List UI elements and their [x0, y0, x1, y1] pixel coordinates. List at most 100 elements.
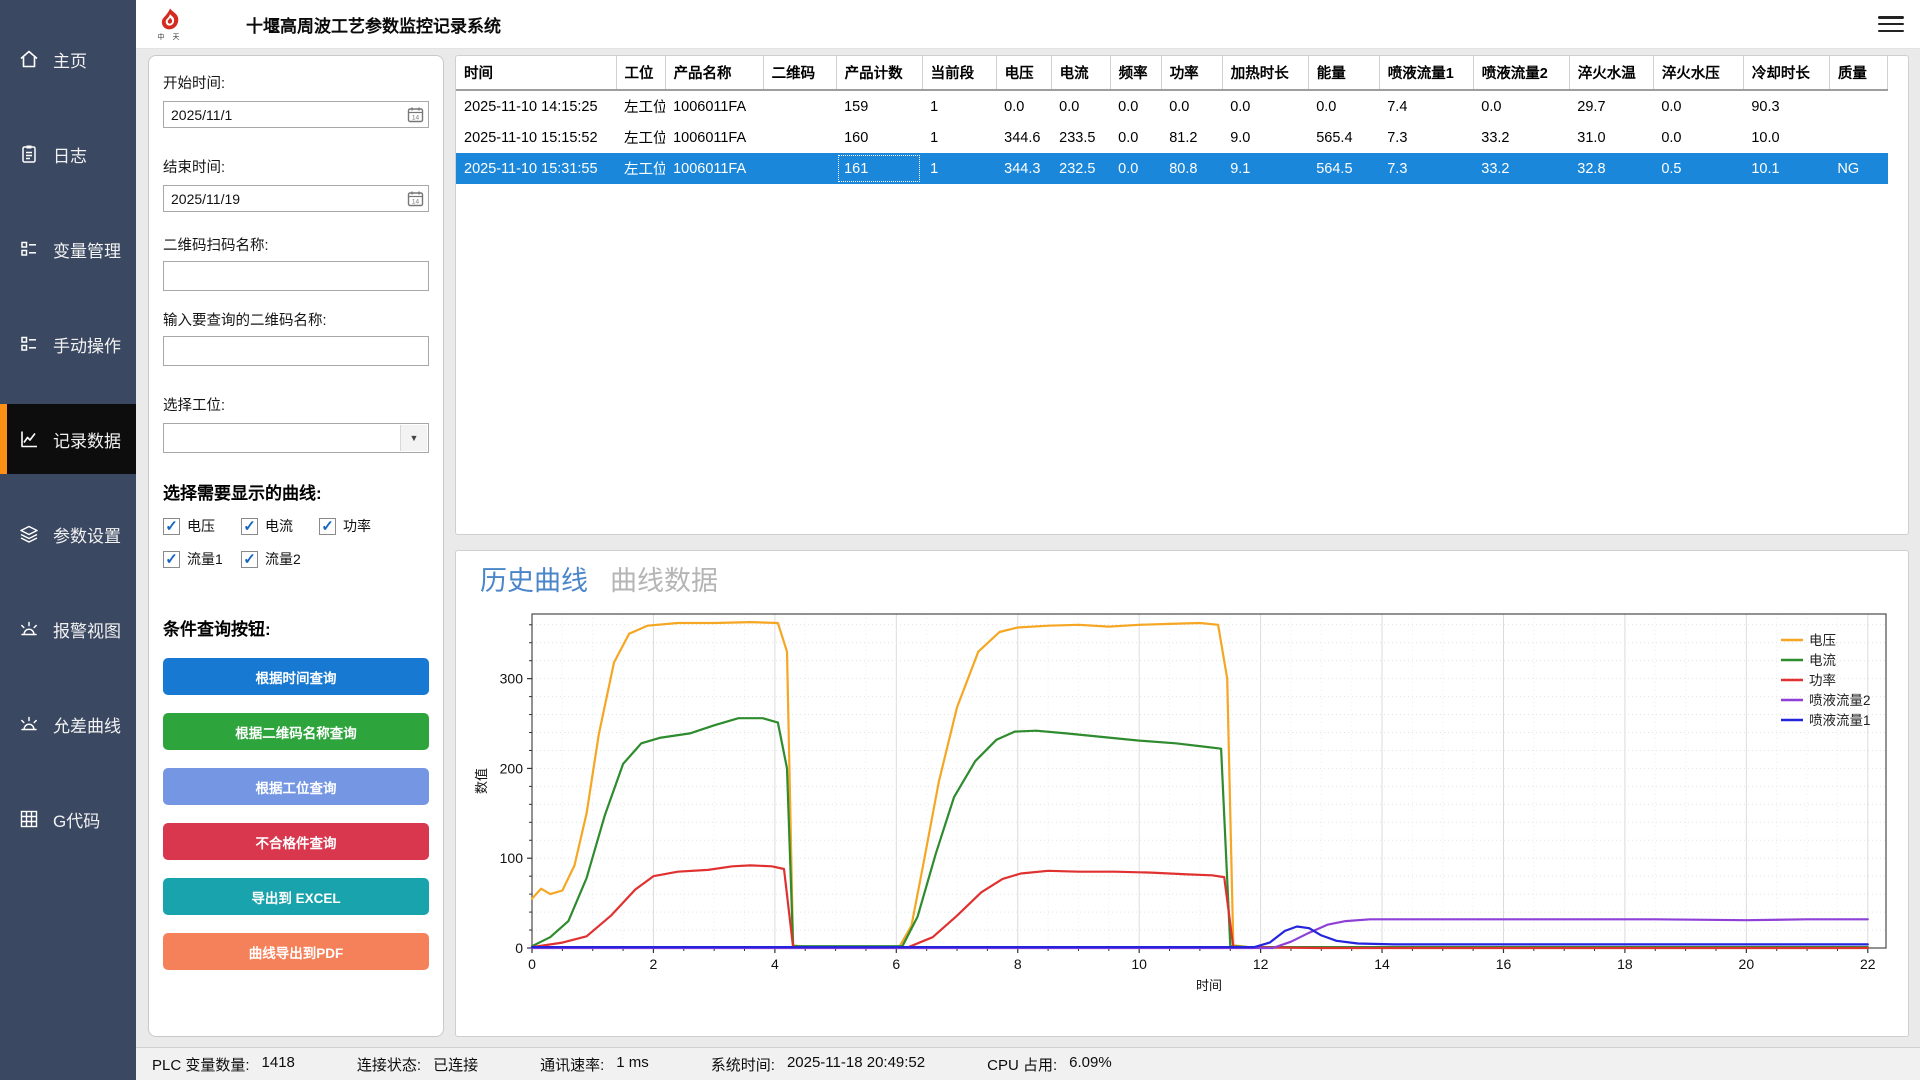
column-header: 电压 [996, 56, 1051, 90]
curve-checkbox-current[interactable]: ✓电流 [241, 516, 319, 536]
table-cell: 1006011FA [665, 90, 763, 122]
chevron-down-icon[interactable]: ▼ [400, 425, 427, 451]
legend-label: 电流 [1809, 653, 1837, 668]
active-accent-bar [0, 404, 7, 474]
series-电流 [532, 718, 1868, 947]
ng-query-button[interactable]: 不合格件查询 [163, 823, 429, 860]
table-cell: 233.5 [1051, 122, 1110, 153]
qr-query-input[interactable] [163, 336, 429, 366]
table-cell: 10.0 [1743, 122, 1829, 153]
check-mark-icon: ✓ [243, 519, 256, 534]
status-label: 连接状态: [357, 1054, 421, 1075]
curve-checkbox-voltage[interactable]: ✓电压 [163, 516, 241, 536]
x-tick-label: 0 [528, 956, 536, 972]
records-tbody: 2025-11-10 14:15:25左工位1006011FA15910.00.… [456, 90, 1888, 184]
sidebar-item-manual-operation[interactable]: 手动操作 [0, 309, 136, 379]
tab-history-curve[interactable]: 历史曲线 [480, 559, 588, 598]
table-cell: 0.0 [1473, 90, 1569, 122]
table-cell: 160 [836, 122, 922, 153]
flame-logo-icon [156, 7, 184, 33]
checkbox-icon: ✓ [241, 551, 258, 568]
station-query-button[interactable]: 根据工位查询 [163, 768, 429, 805]
table-row[interactable]: 2025-11-10 15:15:52左工位1006011FA1601344.6… [456, 122, 1888, 153]
x-tick-label: 18 [1617, 956, 1633, 972]
x-tick-label: 8 [1014, 956, 1022, 972]
tab-curve-data[interactable]: 曲线数据 [610, 559, 718, 598]
table-cell [763, 122, 836, 153]
sidebar-item-parameter-settings[interactable]: 参数设置 [0, 499, 136, 569]
table-cell: 1006011FA [665, 153, 763, 184]
table-cell: 2025-11-10 15:31:55 [456, 153, 616, 184]
sidebar-item-gcode[interactable]: G代码 [0, 784, 136, 854]
table-cell: 0.0 [1653, 122, 1743, 153]
status-value: 2025-11-18 20:49:52 [787, 1054, 925, 1075]
buttons-heading: 条件查询按钮: [163, 615, 429, 640]
table-cell: 左工位 [616, 153, 665, 184]
column-header: 喷液流量1 [1379, 56, 1473, 90]
x-tick-label: 6 [892, 956, 900, 972]
table-cell: 232.5 [1051, 153, 1110, 184]
calendar-icon[interactable]: 14 [407, 106, 424, 123]
end-time-label: 结束时间: [163, 156, 429, 177]
status-label: 系统时间: [711, 1054, 775, 1075]
column-header: 频率 [1110, 56, 1161, 90]
sidebar-item-log[interactable]: 日志 [0, 119, 136, 189]
check-mark-icon: ✓ [165, 552, 178, 567]
records-thead: 时间工位产品名称二维码产品计数当前段电压电流频率功率加热时长能量喷液流量1喷液流… [456, 56, 1888, 90]
sidebar-item-alarm-view[interactable]: 报警视图 [0, 594, 136, 664]
table-row[interactable]: 2025-11-10 14:15:25左工位1006011FA15910.00.… [456, 90, 1888, 122]
records-table: 时间工位产品名称二维码产品计数当前段电压电流频率功率加热时长能量喷液流量1喷液流… [456, 56, 1888, 184]
curve-checkbox-label: 流量1 [187, 549, 223, 569]
qr-name-query-button[interactable]: 根据二维码名称查询 [163, 713, 429, 750]
checkbox-icon: ✓ [163, 551, 180, 568]
x-tick-label: 16 [1496, 956, 1512, 972]
time-query-button[interactable]: 根据时间查询 [163, 658, 429, 695]
export-excel-button[interactable]: 导出到 EXCEL [163, 878, 429, 915]
table-cell: 左工位 [616, 90, 665, 122]
end-time-input[interactable] [163, 185, 429, 212]
sidebar-item-label: 允差曲线 [53, 712, 121, 737]
table-cell: 0.0 [996, 90, 1051, 122]
history-curve-chart: 02468101214161820220100200300数值时间电压电流功率喷… [456, 598, 1906, 1006]
table-cell: 1006011FA [665, 122, 763, 153]
table-cell: 0.0 [1110, 122, 1161, 153]
table-cell: 565.4 [1308, 122, 1379, 153]
table-cell: 159 [836, 90, 922, 122]
y-tick-label: 0 [515, 940, 523, 956]
start-time-input[interactable] [163, 101, 429, 128]
menu-icon[interactable] [1878, 13, 1904, 35]
sidebar-item-variable-management[interactable]: 变量管理 [0, 214, 136, 284]
table-cell [763, 90, 836, 122]
qr-scan-input[interactable] [163, 261, 429, 291]
chart-tabs: 历史曲线 曲线数据 [456, 551, 1908, 598]
sidebar-item-record-data[interactable]: 记录数据 [0, 404, 136, 474]
table-cell: 0.0 [1222, 90, 1308, 122]
alarm-icon [18, 618, 40, 640]
curve-checkbox-grid: ✓电压✓电流✓功率 ✓ 流量1 ✓流量2 [163, 516, 429, 569]
status-bar: PLC 变量数量:1418连接状态:已连接通讯速率:1 ms系统时间:2025-… [136, 1047, 1920, 1080]
y-tick-label: 200 [500, 760, 524, 776]
export-pdf-button[interactable]: 曲线导出到PDF [163, 933, 429, 970]
curve-checkbox-flow2[interactable]: ✓流量2 [241, 549, 319, 569]
qr-scan-label: 二维码扫码名称: [163, 234, 429, 255]
column-header: 产品名称 [665, 56, 763, 90]
log-icon [18, 143, 40, 165]
curve-checkbox-power[interactable]: ✓功率 [319, 516, 397, 536]
sidebar-item-home[interactable]: 主页 [0, 24, 136, 94]
sidebar-item-tolerance-curve[interactable]: 允差曲线 [0, 689, 136, 759]
checkbox-icon: ✓ [163, 518, 180, 535]
table-row[interactable]: 2025-11-10 15:31:55左工位1006011FA1611344.3… [456, 153, 1888, 184]
legend-label: 喷液流量2 [1809, 693, 1871, 708]
station-label: 选择工位: [163, 394, 429, 415]
app-header: 中 天 十堰高周波工艺参数监控记录系统 [136, 0, 1920, 49]
calendar-icon[interactable]: 14 [407, 190, 424, 207]
table-cell: 344.6 [996, 122, 1051, 153]
curve-checkbox-flow1[interactable]: ✓ 流量1 [163, 549, 241, 569]
page-title: 十堰高周波工艺参数监控记录系统 [246, 12, 501, 37]
station-select[interactable]: ▼ [163, 423, 429, 453]
table-cell: 1 [922, 122, 996, 153]
table-cell: 33.2 [1473, 153, 1569, 184]
table-cell: 0.0 [1110, 153, 1161, 184]
table-cell: 9.0 [1222, 122, 1308, 153]
table-cell: 80.8 [1161, 153, 1222, 184]
